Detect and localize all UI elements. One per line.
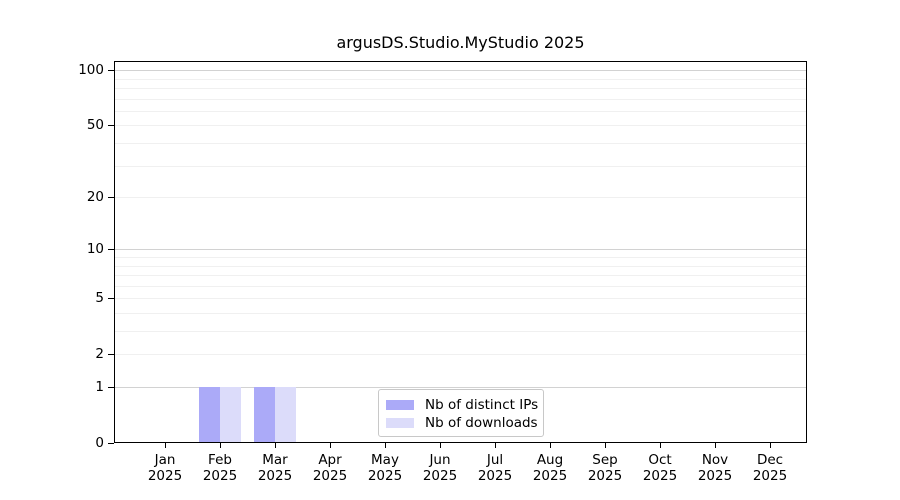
y-tick-label: 1 bbox=[95, 378, 104, 395]
y-tick bbox=[108, 387, 114, 388]
legend-entry-label: Nb of distinct IPs bbox=[425, 397, 539, 413]
y-tick bbox=[108, 298, 114, 300]
bar-chart-figure: argusDS.Studio.MyStudio 2025 0 1 2 5 10 20 50 1… bbox=[0, 0, 900, 500]
plot-area bbox=[114, 61, 807, 443]
x-tick bbox=[770, 443, 771, 448]
legend-entry: Nb of downloads bbox=[379, 414, 543, 432]
y-tick-label: 20 bbox=[86, 188, 104, 205]
y-tick bbox=[108, 443, 114, 444]
x-tick bbox=[385, 443, 386, 448]
y-tick bbox=[108, 354, 114, 356]
y-tick-label: 0 bbox=[95, 434, 104, 451]
x-tick bbox=[220, 443, 221, 448]
x-tick bbox=[605, 443, 606, 448]
x-tick bbox=[440, 443, 441, 448]
legend-swatch bbox=[386, 418, 414, 428]
y-tick-label: 100 bbox=[78, 61, 104, 78]
chart-title: argusDS.Studio.MyStudio 2025 bbox=[336, 33, 585, 52]
x-tick bbox=[495, 443, 496, 448]
legend: Nb of distinct IPs Nb of downloads bbox=[378, 389, 544, 437]
y-tick-label: 5 bbox=[95, 289, 104, 306]
y-tick-label: 50 bbox=[86, 116, 104, 133]
y-tick bbox=[108, 197, 114, 198]
x-tick-label-month: Dec bbox=[756, 452, 784, 468]
y-tick-label: 10 bbox=[86, 240, 104, 257]
x-tick bbox=[275, 443, 276, 448]
x-tick bbox=[660, 443, 661, 448]
x-tick bbox=[715, 443, 716, 448]
x-tick bbox=[550, 443, 551, 448]
legend-entry: Nb of distinct IPs bbox=[379, 396, 543, 414]
y-tick-label: 2 bbox=[95, 345, 104, 362]
y-tick bbox=[108, 70, 114, 72]
y-tick bbox=[108, 125, 114, 127]
legend-swatch bbox=[386, 400, 414, 410]
x-tick bbox=[330, 443, 331, 448]
legend-entry-label: Nb of downloads bbox=[425, 415, 538, 431]
x-tick-label-year: 2025 bbox=[752, 468, 788, 484]
x-tick bbox=[165, 443, 166, 448]
y-tick bbox=[108, 249, 114, 251]
x-tick-label: Dec 2025 bbox=[730, 452, 810, 484]
